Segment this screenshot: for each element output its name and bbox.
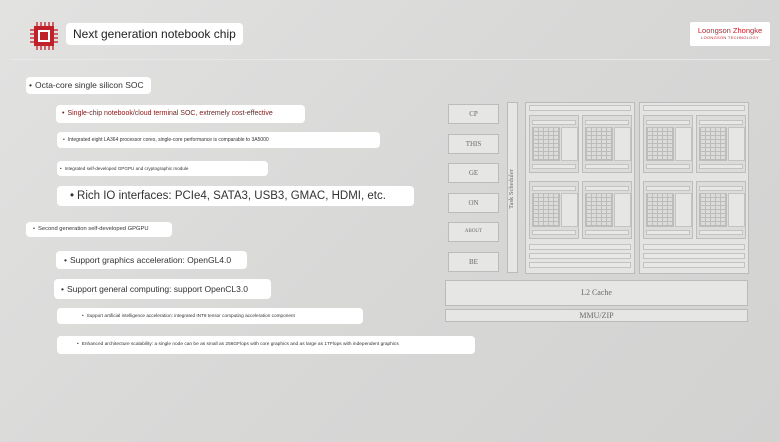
diagram-block-this: THIS xyxy=(448,134,499,154)
bullet-opencl: • Support general computing: support Open… xyxy=(54,279,271,299)
bullet-dot-icon: • xyxy=(63,137,65,143)
bullet-gpgpu-crypto: • Integrated self-developed GPGPU and cry… xyxy=(57,161,268,176)
cluster-strip xyxy=(643,105,745,111)
bullet-dot-icon: • xyxy=(33,226,36,232)
brand-logo: Loongson Zhongke LOONGSON TECHNOLOGY xyxy=(690,22,770,46)
compute-core xyxy=(529,181,579,239)
bullet-rich-io: • Rich IO interfaces: PCIe4, SATA3, USB3,… xyxy=(57,186,414,206)
bullet-dot-icon: • xyxy=(82,313,84,318)
diagram-block-be: BE xyxy=(448,252,499,272)
brand-name: Loongson Zhongke xyxy=(697,26,763,35)
bullet-text: Support graphics acceleration: OpenGL4.0 xyxy=(69,255,232,265)
header-divider xyxy=(10,59,770,60)
compute-cluster xyxy=(525,102,635,274)
bullet-text: Octa-core single silicon SOC xyxy=(34,80,144,90)
compute-core xyxy=(696,181,746,239)
task-scheduler-label: Task Scheduler xyxy=(508,169,515,209)
bullet-text: Support general computing: support OpenC… xyxy=(66,284,248,294)
cluster-strip xyxy=(643,262,745,268)
bullet-dot-icon: • xyxy=(60,166,62,171)
compute-core xyxy=(582,181,632,239)
gpu-architecture-diagram: CP THIS GE ON ABOUT BE Task Scheduler L2… xyxy=(445,100,750,325)
bullet-text: Single-chip notebook/cloud terminal SOC,… xyxy=(67,110,273,117)
compute-cluster xyxy=(639,102,749,274)
chip-icon xyxy=(30,22,58,50)
compute-core xyxy=(529,115,579,173)
bullet-text: Second generation self-developed GPGPU xyxy=(38,226,149,232)
cluster-strip xyxy=(529,253,631,259)
cluster-strip xyxy=(643,244,745,250)
bullet-octa-core: • Octa-core single silicon SOC xyxy=(26,77,151,94)
bullet-text: Support artificial intelligence accelera… xyxy=(86,313,295,318)
compute-core xyxy=(582,115,632,173)
diagram-block-about: ABOUT xyxy=(448,222,499,242)
bullet-dot-icon: • xyxy=(77,342,79,347)
bullet-text: Enhanced architecture scalability: a sin… xyxy=(81,342,399,347)
compute-core xyxy=(643,181,693,239)
bullet-text: Rich IO interfaces: PCIe4, SATA3, USB3, … xyxy=(77,190,386,202)
bullet-eight-cores: • Integrated eight LA364 processor cores,… xyxy=(57,132,380,148)
bullet-text: Integrated eight LA364 processor cores, … xyxy=(67,137,269,143)
diagram-block-cp: CP xyxy=(448,104,499,124)
bullet-dot-icon: • xyxy=(62,110,65,117)
compute-core xyxy=(643,115,693,173)
cluster-strip xyxy=(529,262,631,268)
cluster-strip xyxy=(529,105,631,111)
slide: Next generation notebook chip Loongson Z… xyxy=(0,0,780,442)
bullet-second-gpgpu: • Second generation self-developed GPGPU xyxy=(26,222,172,237)
bullet-dot-icon: • xyxy=(61,284,64,294)
bullet-single-chip: • Single-chip notebook/cloud terminal SOC… xyxy=(56,105,305,123)
slide-title: Next generation notebook chip xyxy=(66,23,243,45)
bullet-ai-accel: • Support artificial intelligence acceler… xyxy=(57,308,363,324)
cluster-strip xyxy=(529,244,631,250)
diagram-block-on: ON xyxy=(448,193,499,213)
cluster-strip xyxy=(643,253,745,259)
bullet-opengl: • Support graphics acceleration: OpenGL4.… xyxy=(56,251,247,269)
mmu-zip-block: MMU/ZIP xyxy=(445,309,748,322)
task-scheduler: Task Scheduler xyxy=(507,102,518,273)
bullet-dot-icon: • xyxy=(70,190,75,202)
bullet-dot-icon: • xyxy=(64,255,67,265)
bullet-dot-icon: • xyxy=(29,80,32,90)
compute-core xyxy=(696,115,746,173)
l2-cache-block: L2 Cache xyxy=(445,280,748,306)
diagram-block-ge: GE xyxy=(448,163,499,183)
bullet-scalability: • Enhanced architecture scalability: a si… xyxy=(57,336,475,354)
brand-subtitle: LOONGSON TECHNOLOGY xyxy=(701,35,759,40)
bullet-text: Integrated self-developed GPGPU and cryp… xyxy=(64,166,189,171)
